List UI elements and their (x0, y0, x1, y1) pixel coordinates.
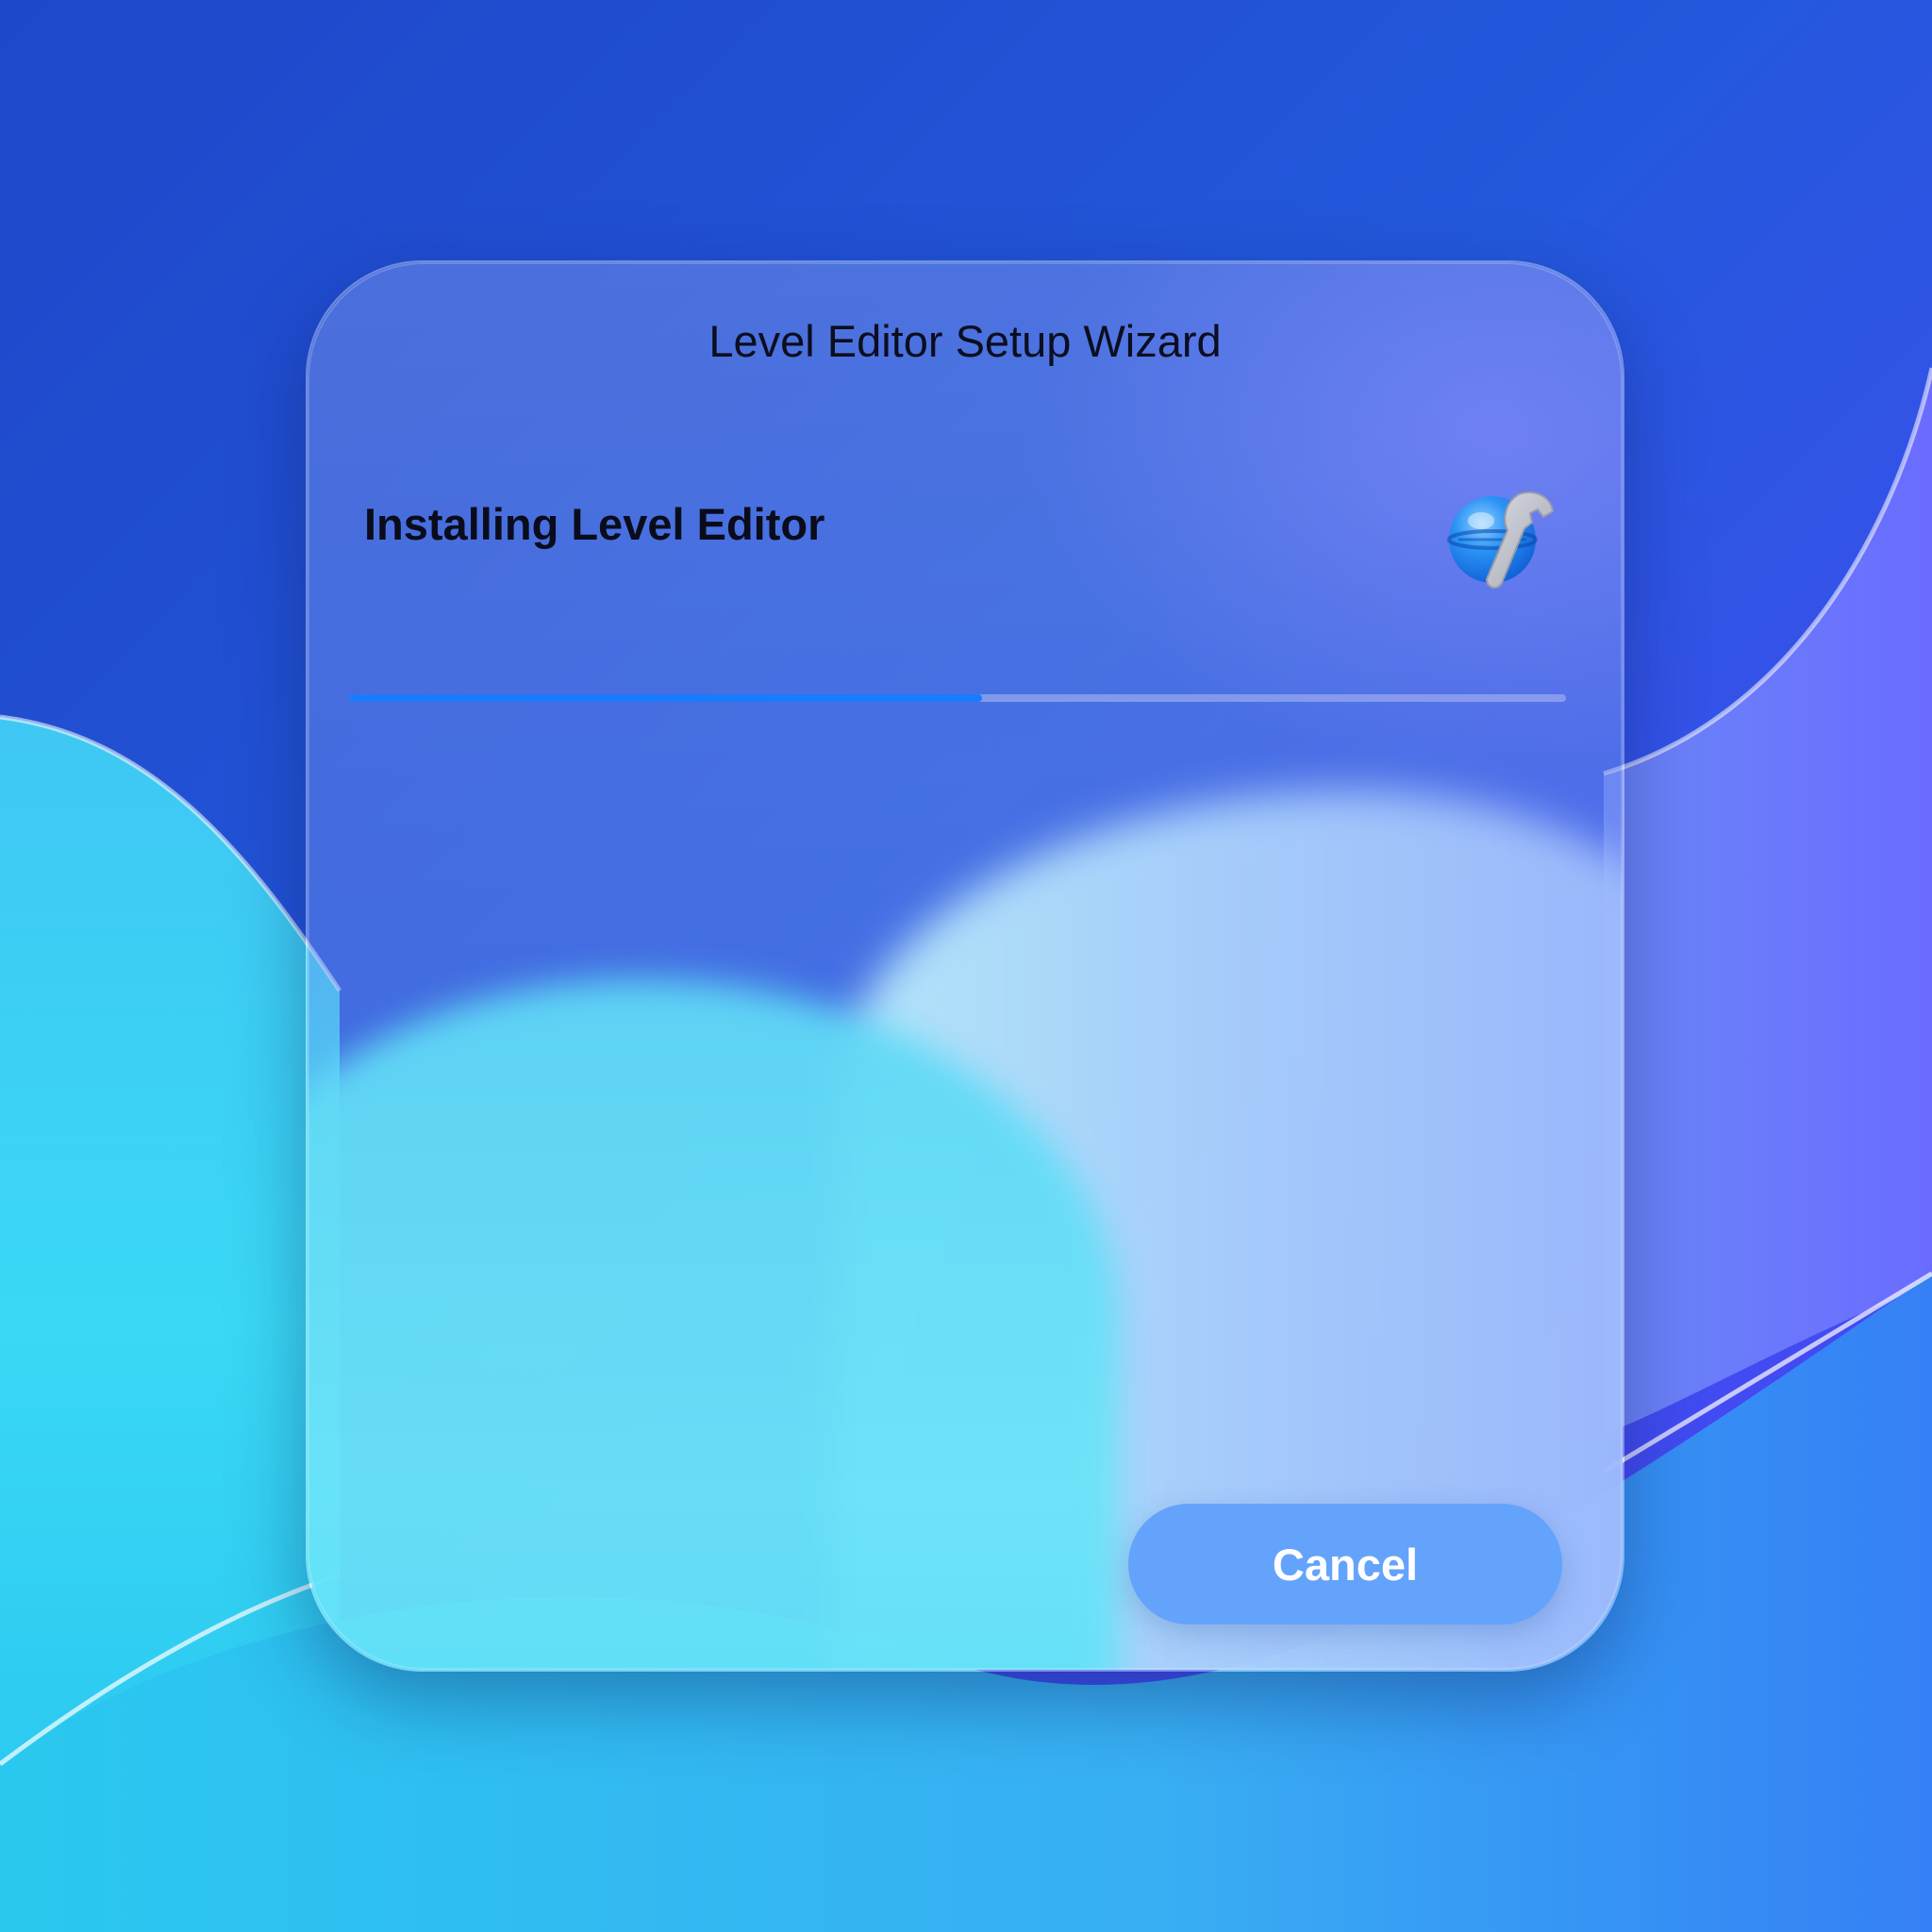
globe-wrench-icon (1447, 491, 1555, 589)
desktop-background: Level Editor Setup Wizard Installing Lev… (0, 0, 1932, 1932)
setup-wizard-window: Level Editor Setup Wizard Installing Lev… (306, 260, 1624, 1672)
window-title: Level Editor Setup Wizard (708, 316, 1222, 366)
install-progress-fill (349, 694, 982, 702)
installing-heading: Installing Level Editor (364, 499, 825, 549)
install-progress-bar (349, 694, 1566, 702)
cancel-button[interactable]: Cancel (1128, 1504, 1562, 1624)
